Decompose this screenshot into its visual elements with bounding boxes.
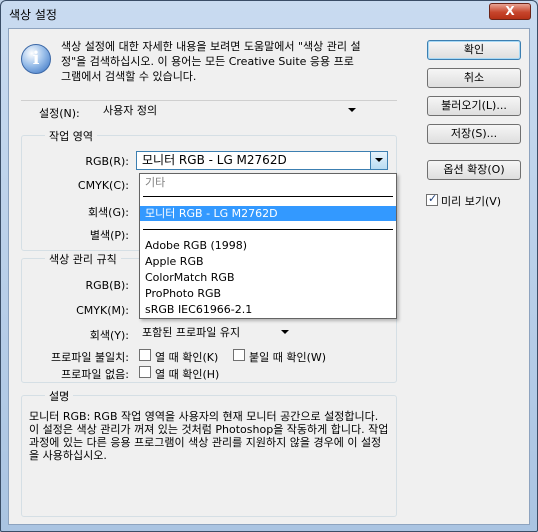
policy-gray-label: 회색(Y):	[89, 329, 129, 342]
dropdown-separator	[143, 196, 393, 197]
mismatch-open-label: 열 때 확인(K)	[155, 351, 219, 364]
chevron-down-icon	[375, 158, 383, 162]
policy-rgb-label: RGB(B):	[85, 279, 129, 292]
chevron-down-icon	[281, 330, 289, 334]
color-settings-window: 색상 설정 X i 색상 설정에 대한 자세한 내용을 보려면 도움말에서 "색…	[0, 0, 538, 532]
rgb-label: RGB(R):	[85, 155, 129, 168]
dialog-body: i 색상 설정에 대한 자세한 내용을 보려면 도움말에서 "색상 관리 설정"…	[8, 28, 530, 525]
color-policies-title: 색상 관리 규칙	[45, 251, 121, 267]
rgb-dropdown-button[interactable]	[370, 152, 387, 169]
gray-label: 회색(G):	[87, 206, 129, 219]
missing-open-checkbox[interactable]	[139, 366, 151, 378]
dropdown-item[interactable]: ColorMatch RGB	[140, 270, 396, 285]
dropdown-item[interactable]: sRGB IEC61966-2.1	[140, 302, 396, 317]
dropdown-item[interactable]: Adobe RGB (1998)	[140, 238, 396, 253]
rgb-value: 모니터 RGB - LG M2762D	[142, 153, 287, 167]
mismatch-paste-label: 붙일 때 확인(W)	[249, 351, 327, 364]
dropdown-item[interactable]: ProPhoto RGB	[140, 286, 396, 301]
preview-checkbox[interactable]	[426, 192, 438, 206]
ok-button[interactable]: 확인	[427, 40, 521, 60]
close-button[interactable]: X	[489, 3, 531, 20]
settings-value: 사용자 정의	[103, 104, 158, 117]
info-message: 색상 설정에 대한 자세한 내용을 보려면 도움말에서 "색상 관리 설정"을 …	[61, 40, 361, 83]
more-options-button[interactable]: 옵션 확장(O)	[427, 160, 521, 180]
dropdown-separator	[143, 229, 393, 230]
load-button[interactable]: 불러오기(L)...	[427, 96, 521, 116]
settings-select[interactable]: 사용자 정의	[97, 101, 361, 120]
mismatch-open-checkbox[interactable]	[139, 349, 151, 361]
spot-label: 별색(P):	[89, 229, 129, 242]
mismatch-paste-checkbox[interactable]	[233, 349, 245, 361]
cancel-button[interactable]: 취소	[427, 68, 521, 88]
policy-gray-select[interactable]: 포함된 프로파일 유지	[136, 323, 294, 342]
missing-open-label: 열 때 확인(H)	[155, 368, 220, 381]
settings-label: 설정(N):	[39, 107, 80, 120]
rgb-dropdown-list: 기타 모니터 RGB - LG M2762D Adobe RGB (1998) …	[139, 173, 397, 319]
save-button[interactable]: 저장(S)...	[427, 124, 521, 144]
policy-cmyk-label: CMYK(M):	[76, 304, 129, 317]
policy-gray-value: 포함된 프로파일 유지	[142, 326, 241, 339]
profile-mismatch-label: 프로파일 불일치:	[50, 351, 129, 364]
rgb-working-space-select[interactable]: 모니터 RGB - LG M2762D	[136, 151, 388, 170]
dropdown-item[interactable]: 모니터 RGB - LG M2762D	[140, 206, 396, 221]
dropdown-item[interactable]: 기타	[140, 175, 396, 190]
missing-profile-label: 프로파일 없음:	[61, 368, 129, 381]
chevron-down-icon	[348, 108, 356, 112]
cmyk-label: CMYK(C):	[77, 179, 129, 192]
working-spaces-title: 작업 영역	[45, 128, 97, 144]
window-title: 색상 설정	[9, 8, 57, 22]
description-text: 모니터 RGB: RGB 작업 영역을 사용자의 현재 모니터 공간으로 설정합…	[29, 410, 389, 462]
title-bar[interactable]: 색상 설정 X	[1, 1, 537, 27]
info-icon: i	[21, 44, 51, 74]
description-title: 설명	[45, 388, 74, 404]
preview-label: 미리 보기(V)	[441, 195, 502, 208]
dropdown-item[interactable]: Apple RGB	[140, 254, 396, 269]
